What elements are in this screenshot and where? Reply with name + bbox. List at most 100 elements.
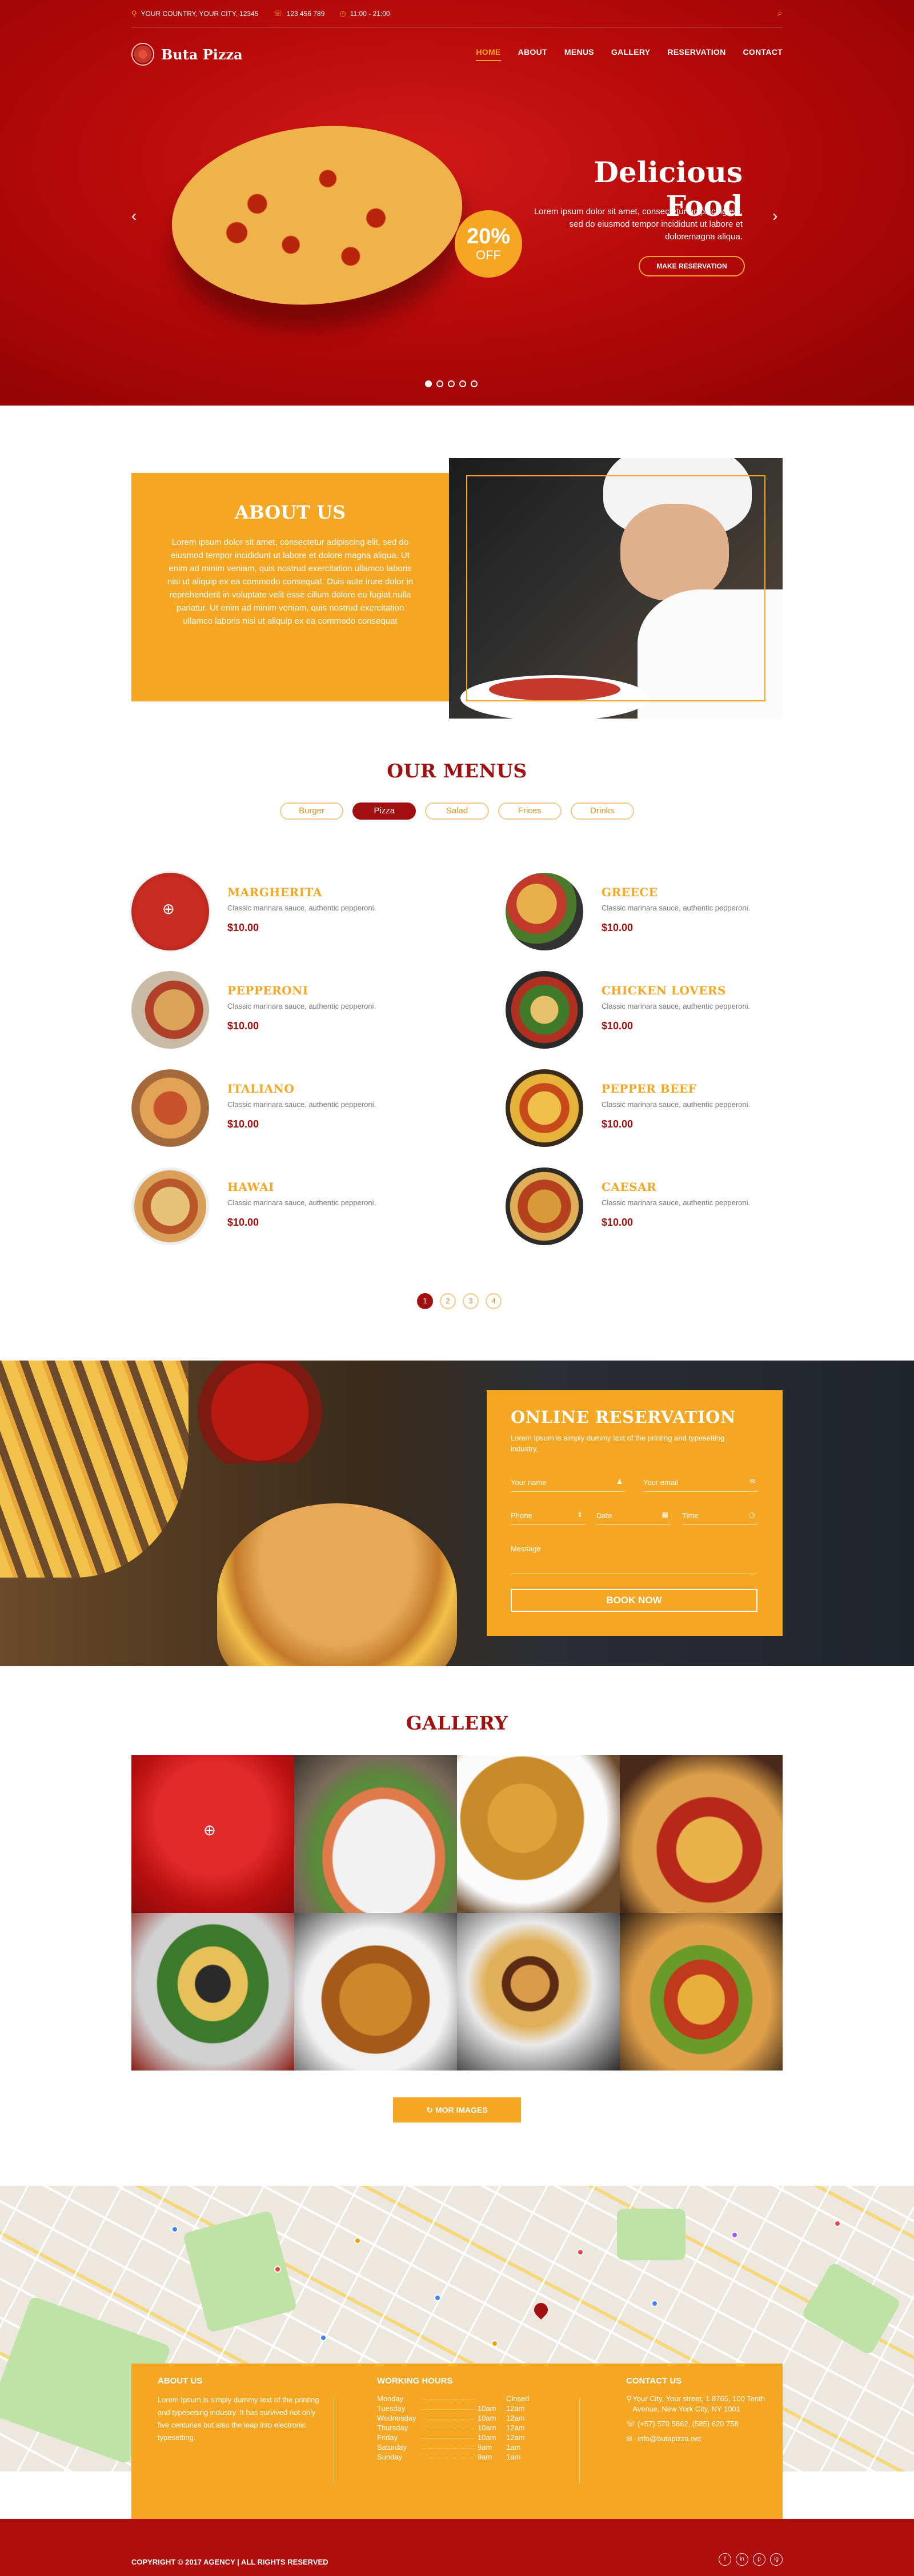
email-field[interactable]: Your email ✉	[643, 1475, 757, 1492]
menu-item-image[interactable]	[506, 1069, 583, 1147]
pinterest-icon[interactable]: p	[753, 2553, 765, 2566]
tab-pizza[interactable]: Pizza	[352, 803, 416, 820]
slider-dot[interactable]	[459, 380, 466, 387]
contact-email[interactable]: info@butapizza.net	[638, 2434, 701, 2444]
page-button-2[interactable]: 2	[440, 1293, 456, 1309]
gallery-image[interactable]	[294, 1913, 457, 2071]
menu-item-image[interactable]	[131, 1069, 209, 1147]
menu-item-image[interactable]	[506, 1167, 583, 1245]
menu-item[interactable]: GREECE Classic marinara sauce, authentic…	[506, 873, 791, 953]
map-pin-icon[interactable]	[491, 2340, 498, 2347]
phone-field[interactable]: Phone ⇕	[511, 1508, 585, 1525]
menu-item[interactable]: ⊕ MARGHERITA Classic marinara sauce, aut…	[131, 873, 417, 953]
nav-home[interactable]: HOME	[476, 47, 501, 61]
search-icon[interactable]: ⌕	[777, 9, 783, 19]
facebook-icon[interactable]: f	[719, 2553, 731, 2566]
menu-item[interactable]: CHICKEN LOVERS Classic marinara sauce, a…	[506, 971, 791, 1051]
tab-drinks[interactable]: Drinks	[570, 803, 635, 820]
make-reservation-button[interactable]: MAKE RESERVATION	[639, 256, 745, 276]
tab-salad[interactable]: Salad	[425, 803, 489, 820]
page-button-3[interactable]: 3	[463, 1293, 479, 1309]
menu-item-image[interactable]	[506, 873, 583, 950]
gallery-image[interactable]	[457, 1913, 620, 2071]
map-pin-icon[interactable]	[274, 2266, 281, 2273]
nav-menus[interactable]: MENUS	[564, 47, 594, 61]
menu-item-image[interactable]	[131, 971, 209, 1049]
page-button-4[interactable]: 4	[486, 1293, 502, 1309]
gallery-image[interactable]	[620, 1913, 783, 2071]
map-pin-icon[interactable]	[651, 2300, 658, 2307]
slider-prev-arrow-icon[interactable]: ‹	[131, 207, 137, 225]
nav-about[interactable]: ABOUT	[518, 47, 547, 61]
zoom-icon[interactable]: ⊕	[203, 1821, 216, 1839]
menu-item-price: $10.00	[227, 1118, 259, 1130]
menu-item[interactable]: ITALIANO Classic marinara sauce, authent…	[131, 1069, 417, 1149]
menu-item[interactable]: PEPPER BEEF Classic marinara sauce, auth…	[506, 1069, 791, 1149]
nav-contact[interactable]: CONTACT	[743, 47, 783, 61]
gallery-image[interactable]	[457, 1755, 620, 1913]
map-pin-icon[interactable]	[731, 2232, 738, 2238]
gallery-image[interactable]	[294, 1755, 457, 1913]
slider-dot[interactable]	[436, 380, 443, 387]
menu-item-name: CAESAR	[602, 1180, 657, 1194]
reservation-section: ONLINE RESERVATION Lorem Ipsum is simply…	[0, 1361, 914, 1666]
menu-item-price: $10.00	[227, 1217, 259, 1228]
hours-row: Friday 10am 12am	[377, 2433, 548, 2442]
map-pin-icon[interactable]	[834, 2220, 841, 2227]
slider-dot[interactable]	[425, 380, 432, 387]
gallery-image[interactable]: ⊕	[131, 1755, 294, 1913]
name-field[interactable]: Your name ♟	[511, 1475, 625, 1492]
map-pin-icon[interactable]	[320, 2334, 327, 2341]
map-pin-icon[interactable]	[171, 2226, 178, 2233]
menu-category-tabs: Burger Pizza Salad Frices Drinks	[280, 803, 635, 820]
more-images-button[interactable]: ↻ MOR IMAGES	[393, 2097, 521, 2122]
map-pin-icon[interactable]	[434, 2294, 441, 2301]
map-pin-icon: ⚲	[626, 2394, 632, 2403]
linkedin-icon[interactable]: in	[736, 2553, 748, 2566]
location-marker-icon[interactable]	[531, 2300, 551, 2320]
book-now-button[interactable]: BOOK NOW	[511, 1589, 757, 1612]
nav-reservation[interactable]: RESERVATION	[667, 47, 725, 61]
menu-item[interactable]: HAWAI Classic marinara sauce, authentic …	[131, 1167, 417, 1247]
brand-logo[interactable]: Buta Pizza	[131, 43, 243, 66]
footer-contact-title: CONTACT US	[626, 2376, 682, 2386]
map-pin-icon[interactable]	[577, 2249, 584, 2256]
time-placeholder: Time	[682, 1511, 699, 1520]
menu-item-image[interactable]	[131, 1167, 209, 1245]
hours-row: Thursday 10am 12am	[377, 2423, 548, 2433]
nav-gallery[interactable]: GALLERY	[611, 47, 650, 61]
location-text: YOUR COUNTRY, YOUR CITY, 12345	[141, 9, 259, 18]
message-field[interactable]: Message	[511, 1541, 757, 1574]
slider-dot[interactable]	[448, 380, 455, 387]
phone-field-icon: ⇕	[576, 1511, 583, 1519]
hours-close: 1am	[506, 2443, 521, 2451]
gallery-image[interactable]	[131, 1913, 294, 2071]
tab-burger[interactable]: Burger	[280, 803, 344, 820]
hours-day: Tuesday	[377, 2404, 406, 2413]
about-card: ABOUT US Lorem ipsum dolor sit amet, con…	[131, 473, 449, 701]
page-button-1[interactable]: 1	[417, 1293, 433, 1309]
message-placeholder: Message	[511, 1544, 541, 1553]
menus-title: OUR MENUS	[387, 760, 527, 782]
tab-frices[interactable]: Frices	[498, 803, 562, 820]
reservation-form: ONLINE RESERVATION Lorem Ipsum is simply…	[487, 1390, 783, 1636]
hours-row: Saturday 9am 1am	[377, 2442, 548, 2452]
map-pin-icon: ⚲	[131, 9, 137, 18]
time-field[interactable]: Time ◷	[682, 1508, 757, 1525]
hours-day: Thursday	[377, 2423, 408, 2432]
menu-item[interactable]: PEPPERONI Classic marinara sauce, authen…	[131, 971, 417, 1051]
hours-close: 12am	[506, 2423, 525, 2432]
hours-close: Closed	[506, 2394, 530, 2403]
instagram-icon[interactable]: ig	[770, 2553, 783, 2566]
chef-photo	[449, 458, 783, 719]
menu-item-price: $10.00	[227, 1020, 259, 1032]
slider-dot[interactable]	[471, 380, 478, 387]
menu-item[interactable]: CAESAR Classic marinara sauce, authentic…	[506, 1167, 791, 1247]
slider-next-arrow-icon[interactable]: ›	[772, 207, 777, 225]
menu-item-image[interactable]	[506, 971, 583, 1049]
discount-label: OFF	[476, 248, 501, 262]
map-pin-icon[interactable]	[354, 2237, 361, 2244]
date-field[interactable]: Date ▦	[596, 1508, 671, 1525]
gallery-image[interactable]	[620, 1755, 783, 1913]
menu-item-image[interactable]: ⊕	[131, 873, 209, 950]
